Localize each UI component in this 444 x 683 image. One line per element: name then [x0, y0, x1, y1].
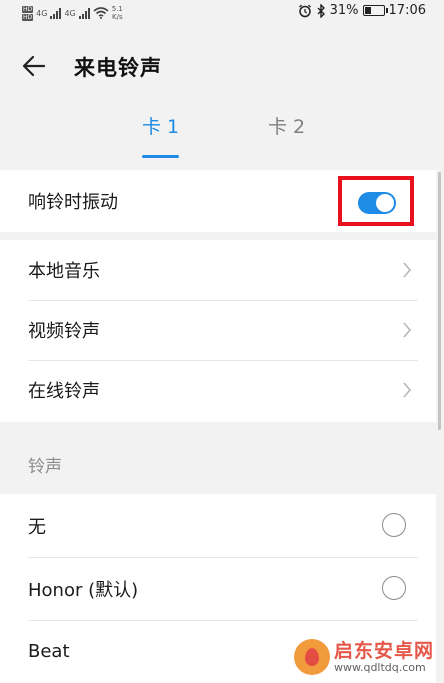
- ringtone-item-honor[interactable]: Honor (默认): [0, 557, 436, 620]
- watermark: 启东安卓网 www.qdltdq.com: [293, 639, 434, 675]
- net-speed: 5.1 K/s: [112, 5, 123, 21]
- ringtone-source-card: 本地音乐 视频铃声 在线铃声: [0, 240, 436, 422]
- vibrate-toggle[interactable]: [358, 192, 396, 214]
- net-speed-value: 5.1: [111, 5, 123, 13]
- tab-sim-1-label: 卡 1: [142, 116, 180, 138]
- status-time: 17:06: [388, 3, 426, 18]
- watermark-text: 启东安卓网 www.qdltdq.com: [334, 640, 434, 674]
- highlight-box: [338, 176, 414, 226]
- alarm-icon: [298, 4, 311, 17]
- chevron-right-icon: [403, 262, 411, 278]
- source-label: 视频铃声: [28, 321, 100, 342]
- ringtone-radio[interactable]: [382, 576, 406, 600]
- scrollbar[interactable]: [438, 172, 441, 430]
- signal-label-2: 4G: [64, 8, 76, 18]
- bluetooth-icon: [317, 3, 325, 18]
- chevron-right-icon: [403, 322, 411, 338]
- arrow-left-icon: [22, 55, 46, 77]
- hd-badges: HD HD: [22, 5, 34, 21]
- ringtone-label: Beat: [28, 641, 70, 662]
- source-label: 本地音乐: [28, 261, 100, 282]
- signal-label-1: 4G: [36, 8, 48, 18]
- hd-badge-1: HD: [22, 5, 34, 13]
- chevron-right-icon: [403, 382, 411, 398]
- source-item-video-ringtone[interactable]: 视频铃声: [0, 300, 436, 360]
- tab-sim-2[interactable]: 卡 2: [268, 112, 305, 158]
- status-right: 31% 17:06: [298, 3, 426, 18]
- watermark-name: 启东安卓网: [333, 640, 434, 662]
- source-item-online-ringtone[interactable]: 在线铃声: [0, 360, 436, 420]
- app-header: 来电铃声: [0, 36, 444, 96]
- toggle-knob: [376, 194, 394, 212]
- ringtone-item-none[interactable]: 无: [0, 494, 436, 557]
- battery-fill: [364, 7, 371, 14]
- vibrate-row[interactable]: 响铃时振动: [0, 170, 436, 232]
- tab-sim-2-label: 卡 2: [268, 116, 306, 138]
- wifi-icon: [93, 7, 109, 19]
- signal-icon: [50, 7, 62, 19]
- back-button[interactable]: [22, 50, 58, 82]
- vibrate-card: 响铃时振动: [0, 170, 436, 232]
- signal-icon: [78, 7, 90, 19]
- ringtone-label: Honor (默认): [28, 579, 139, 601]
- vibrate-label: 响铃时振动: [28, 192, 118, 213]
- source-item-local-music[interactable]: 本地音乐: [0, 240, 436, 300]
- status-bar: HD HD 4G 4G 5.1 K/s 31% 17:06: [0, 0, 444, 26]
- page-title: 来电铃声: [74, 56, 162, 80]
- ringtone-label: 无: [28, 516, 46, 538]
- watermark-logo-icon: [293, 639, 330, 675]
- ringtone-section-label: 铃声: [28, 457, 62, 477]
- battery-percent: 31%: [329, 3, 359, 18]
- tab-sim-1[interactable]: 卡 1: [142, 112, 180, 158]
- net-speed-unit: K/s: [112, 13, 123, 21]
- battery-icon: [362, 5, 388, 16]
- watermark-url: www.qdltdq.com: [333, 661, 426, 674]
- source-label: 在线铃声: [28, 381, 100, 402]
- hd-badge-2: HD: [22, 13, 34, 21]
- status-left: HD HD 4G 4G 5.1 K/s: [22, 2, 123, 24]
- ringtone-radio[interactable]: [382, 513, 406, 537]
- sim-tabs: 卡 1 卡 2: [0, 112, 444, 162]
- tab-active-indicator: [142, 155, 180, 158]
